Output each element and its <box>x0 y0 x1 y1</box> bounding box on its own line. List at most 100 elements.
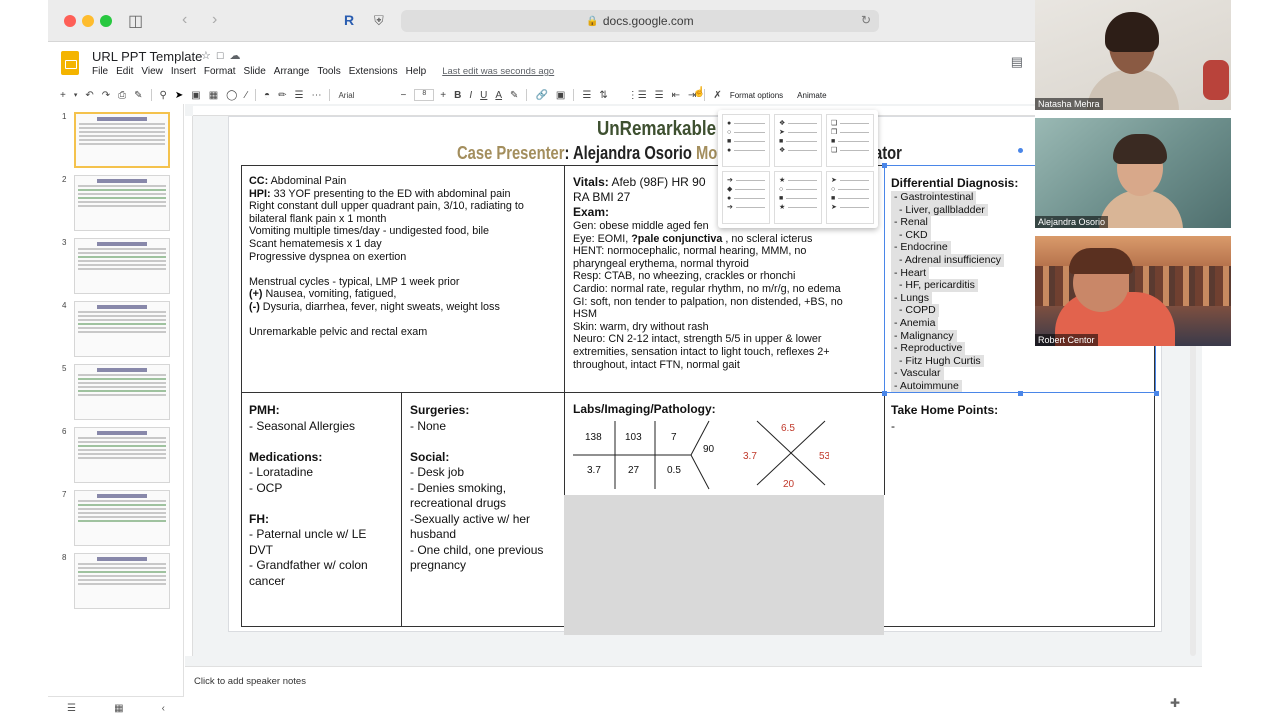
paint-format-icon[interactable]: ✎ <box>134 90 142 101</box>
bullet-style-option[interactable]: ★ ○ ■ ★ <box>774 171 822 224</box>
bullet-style-option[interactable]: ❑ ❒ ■ ❑ <box>826 114 874 167</box>
take-home-textbox[interactable]: Take Home Points: - <box>891 403 998 434</box>
cc-hpi-textbox[interactable]: CC: Abdominal Pain HPI: 33 YOF presentin… <box>249 175 549 339</box>
highlight-icon[interactable]: ✎ <box>510 90 518 101</box>
bold-button[interactable]: B <box>454 90 461 101</box>
slide-subtitle[interactable]: Case Presenter: Alejandra Osorio Mod <box>457 143 726 164</box>
cloud-status-icon[interactable]: ☁ <box>230 50 247 62</box>
numbered-list-icon[interactable]: ☰ <box>655 90 664 101</box>
text-box-icon[interactable]: ▣ <box>191 90 200 101</box>
reload-icon[interactable]: ↻ <box>861 13 871 27</box>
slide-title[interactable]: UnRemarkable <box>597 118 716 141</box>
menu-file[interactable]: File <box>92 66 108 77</box>
align-icon[interactable]: ☰ <box>582 90 591 101</box>
resize-handle[interactable] <box>1018 391 1023 396</box>
back-arrow-icon[interactable]: ‹ <box>182 11 187 29</box>
resize-handle[interactable] <box>1154 391 1159 396</box>
moderator-label-end: ator <box>874 143 902 163</box>
bullet-style-option[interactable]: ➤ ○ ■ ➤ <box>826 171 874 224</box>
resize-handle[interactable] <box>882 163 887 168</box>
move-folder-icon[interactable]: □ <box>217 50 230 62</box>
font-size-input[interactable]: 8 <box>414 89 435 101</box>
animate-button[interactable]: Animate <box>797 91 826 100</box>
close-window-button[interactable] <box>64 15 76 27</box>
border-dash-icon[interactable]: ⋯ <box>311 90 321 101</box>
border-color-icon[interactable]: ✏ <box>278 90 286 101</box>
image-icon[interactable]: ▦ <box>209 90 218 101</box>
filmstrip-view-icon[interactable]: ☰ <box>67 703 76 714</box>
menu-help[interactable]: Help <box>406 66 427 77</box>
line-icon[interactable]: ∕ <box>245 90 247 101</box>
select-cursor-icon[interactable]: ➤ <box>175 90 183 101</box>
bullet-style-option[interactable]: ➔ ◆ ● ➔ <box>722 171 770 224</box>
video-tile-robert[interactable]: Robert Centor <box>1035 236 1231 346</box>
redo-icon[interactable]: ↷ <box>102 90 110 101</box>
maximize-window-button[interactable] <box>100 15 112 27</box>
pmh-textbox[interactable]: PMH: - Seasonal Allergies Medications: -… <box>249 403 399 589</box>
resize-handle[interactable] <box>882 391 887 396</box>
slide[interactable]: UnRemarkable Case Presenter: Alejandra O… <box>228 116 1162 635</box>
explore-icon[interactable]: ✚ <box>1170 696 1180 710</box>
line-spacing-icon[interactable]: ⇅ <box>599 90 607 101</box>
collapse-panel-icon[interactable]: ‹ <box>162 703 165 714</box>
link-icon[interactable]: 🔗 <box>535 90 547 101</box>
menu-edit[interactable]: Edit <box>116 66 133 77</box>
star-icon[interactable]: ☆ <box>201 50 217 62</box>
document-title[interactable]: URL PPT Template <box>92 49 202 64</box>
zoom-icon[interactable]: ⚲ <box>160 90 167 101</box>
undo-icon[interactable]: ↶ <box>85 90 93 101</box>
increase-font-size-icon[interactable]: + <box>440 90 446 101</box>
add-comment-icon[interactable]: ▣ <box>556 90 565 101</box>
sidebar-toggle-icon[interactable]: ◫ <box>128 11 143 31</box>
slide-number: 3 <box>62 238 67 247</box>
slide-thumbnail-2[interactable] <box>74 175 170 231</box>
decrease-font-size-icon[interactable]: − <box>400 90 406 101</box>
address-bar[interactable]: 🔒 docs.google.com ↻ <box>401 10 879 32</box>
border-weight-icon[interactable]: ☰ <box>294 90 303 101</box>
menu-extensions[interactable]: Extensions <box>349 66 398 77</box>
slide-thumbnail-6[interactable] <box>74 427 170 483</box>
bullet-style-option[interactable]: ❖ ➤ ■ ❖ <box>774 114 822 167</box>
comment-history-icon[interactable]: ▤ <box>1011 54 1023 70</box>
decrease-indent-icon[interactable]: ⇤ <box>672 90 680 101</box>
slide-thumbnail-3[interactable] <box>74 238 170 294</box>
menu-tools[interactable]: Tools <box>317 66 340 77</box>
new-slide-icon[interactable]: + <box>60 90 66 101</box>
grid-view-icon[interactable]: ▦ <box>114 703 123 714</box>
slide-thumbnail-4[interactable] <box>74 301 170 357</box>
surgeries-social-textbox[interactable]: Surgeries: - None Social: - Desk job - D… <box>410 403 570 574</box>
video-tile-natasha[interactable]: Natasha Mehra <box>1035 0 1231 110</box>
clear-formatting-icon[interactable]: ✗ <box>713 90 721 101</box>
format-options-button[interactable]: Format options <box>730 91 783 100</box>
bullet-style-option[interactable]: ● ○ ■ ● <box>722 114 770 167</box>
slide-thumbnail-8[interactable] <box>74 553 170 609</box>
menu-view[interactable]: View <box>141 66 163 77</box>
rotate-handle[interactable] <box>1018 148 1023 153</box>
dropdown-arrow-icon[interactable]: ▾ <box>74 91 78 99</box>
vertical-ruler[interactable] <box>185 116 193 656</box>
italic-button[interactable]: I <box>469 90 472 101</box>
text-color-button[interactable]: A <box>495 90 502 101</box>
underline-button[interactable]: U <box>480 90 487 101</box>
menu-insert[interactable]: Insert <box>171 66 196 77</box>
slide-thumbnail-7[interactable] <box>74 490 170 546</box>
print-icon[interactable]: ⎙ <box>118 90 126 101</box>
bulleted-list-icon[interactable]: ⋮☰ <box>628 90 647 101</box>
menu-format[interactable]: Format <box>204 66 236 77</box>
labs-heading[interactable]: Labs/Imaging/Pathology: <box>573 403 716 416</box>
font-family-select[interactable]: Arial <box>338 91 394 100</box>
menu-slide[interactable]: Slide <box>244 66 266 77</box>
forward-arrow-icon[interactable]: › <box>212 11 217 29</box>
last-edit-link[interactable]: Last edit was seconds ago <box>442 66 554 77</box>
slides-logo-icon[interactable] <box>61 51 79 75</box>
reader-extension-icon[interactable]: R <box>344 12 354 28</box>
shield-icon[interactable]: ⛨ <box>374 13 384 29</box>
fill-color-icon[interactable]: ◓ <box>264 90 270 101</box>
menu-arrange[interactable]: Arrange <box>274 66 310 77</box>
slide-thumbnail-5[interactable] <box>74 364 170 420</box>
speaker-notes[interactable]: Click to add speaker notes <box>185 666 1202 696</box>
minimize-window-button[interactable] <box>82 15 94 27</box>
slide-thumbnail-1[interactable] <box>74 112 170 168</box>
video-tile-alejandra[interactable]: Alejandra Osorio <box>1035 118 1231 228</box>
shape-icon[interactable]: ◯ <box>226 90 237 101</box>
